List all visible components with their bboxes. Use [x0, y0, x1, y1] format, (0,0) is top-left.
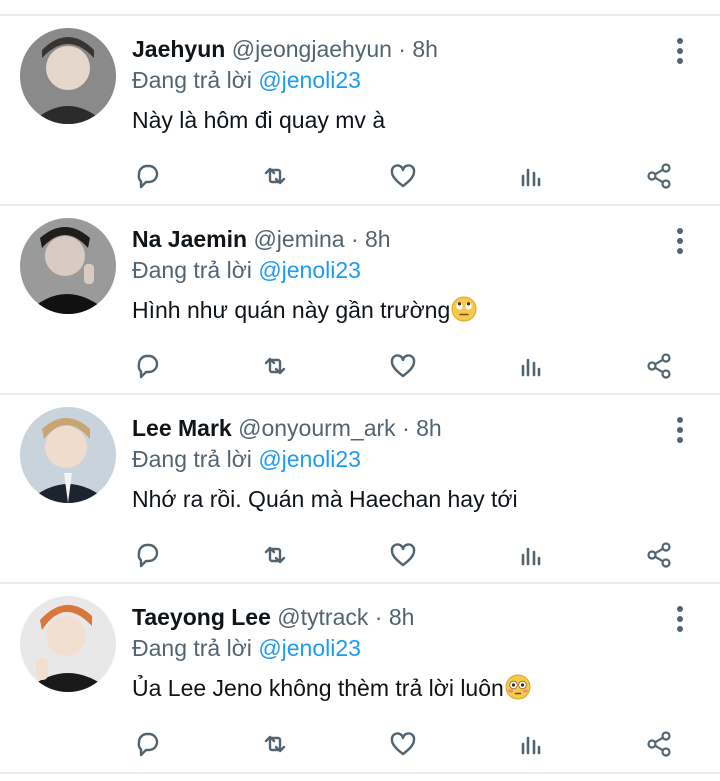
user-name[interactable]: Na Jaemin — [132, 226, 247, 252]
mention-link[interactable]: @jenoli23 — [258, 446, 361, 472]
tweet-text-content: Hình như quán này gần trường — [132, 297, 451, 323]
tweet-text: Này là hôm đi quay mv à — [132, 105, 385, 135]
avatar[interactable] — [20, 407, 116, 503]
mention-link[interactable]: @jenoli23 — [258, 635, 361, 661]
like-icon[interactable] — [385, 537, 421, 573]
avatar[interactable] — [20, 596, 116, 692]
reply-context: Đang trả lời @jenoli23 — [132, 255, 361, 285]
dot-separator: · — [368, 604, 389, 630]
user-handle[interactable]: @onyourm_ark — [238, 415, 396, 441]
analytics-icon[interactable] — [513, 158, 549, 194]
tweet-text: Nhớ ra rồi. Quán mà Haechan hay tới — [132, 484, 518, 514]
tweet-header: Jaehyun @jeongjaehyun · 8h — [132, 34, 438, 64]
comment-icon[interactable] — [129, 158, 165, 194]
tweet-text-content: Nhớ ra rồi. Quán mà Haechan hay tới — [132, 486, 518, 512]
more-vertical-icon[interactable] — [670, 415, 690, 445]
dot-separator: · — [395, 415, 417, 441]
tweet-text-content: Ủa Lee Jeno không thèm trả lời luôn — [132, 675, 504, 701]
retweet-icon[interactable] — [257, 726, 293, 762]
avatar[interactable] — [20, 28, 116, 124]
retweet-icon[interactable] — [257, 348, 293, 384]
tweet-header: Na Jaemin @jemina · 8h — [132, 224, 391, 254]
comment-icon[interactable] — [129, 537, 165, 573]
reply-context: Đang trả lời @jenoli23 — [132, 65, 361, 95]
more-vertical-icon[interactable] — [670, 604, 690, 634]
comment-icon[interactable] — [129, 726, 165, 762]
timestamp[interactable]: 8h — [365, 226, 391, 252]
tweet-text: Ủa Lee Jeno không thèm trả lời luôn — [132, 673, 531, 703]
tweet-text-content: Này là hôm đi quay mv à — [132, 107, 386, 133]
tweet-reply[interactable]: Jaehyun @jeongjaehyun · 8h Đang trả lời … — [0, 16, 720, 204]
action-bar — [0, 726, 720, 762]
reply-context: Đang trả lời @jenoli23 — [132, 444, 361, 474]
user-handle[interactable]: @jemina — [253, 226, 344, 252]
eye-roll-emoji — [451, 296, 477, 322]
user-name[interactable]: Jaehyun — [132, 36, 225, 62]
more-vertical-icon[interactable] — [670, 36, 690, 66]
share-icon[interactable] — [641, 348, 677, 384]
action-bar — [0, 348, 720, 384]
share-icon[interactable] — [641, 726, 677, 762]
analytics-icon[interactable] — [513, 726, 549, 762]
analytics-icon[interactable] — [513, 348, 549, 384]
share-icon[interactable] — [641, 537, 677, 573]
action-bar — [0, 158, 720, 194]
mention-link[interactable]: @jenoli23 — [258, 67, 361, 93]
avatar[interactable] — [20, 218, 116, 314]
retweet-icon[interactable] — [257, 537, 293, 573]
reply-prefix: Đang trả lời — [132, 67, 252, 93]
timestamp[interactable]: 8h — [389, 604, 415, 630]
tweet-reply[interactable]: Taeyong Lee @tytrack · 8h Đang trả lời @… — [0, 584, 720, 772]
mention-link[interactable]: @jenoli23 — [258, 257, 361, 283]
comment-icon[interactable] — [129, 348, 165, 384]
tweet-divider — [0, 772, 720, 774]
reply-prefix: Đang trả lời — [132, 635, 252, 661]
dot-separator: · — [391, 36, 413, 62]
user-name[interactable]: Taeyong Lee — [132, 604, 271, 630]
user-handle[interactable]: @tytrack — [277, 604, 368, 630]
action-bar — [0, 537, 720, 573]
dot-separator: · — [344, 226, 366, 252]
more-vertical-icon[interactable] — [670, 226, 690, 256]
reply-prefix: Đang trả lời — [132, 446, 252, 472]
like-icon[interactable] — [385, 158, 421, 194]
tweet-reply[interactable]: Na Jaemin @jemina · 8h Đang trả lời @jen… — [0, 206, 720, 394]
timestamp[interactable]: 8h — [416, 415, 442, 441]
flushed-emoji — [505, 674, 531, 700]
user-name[interactable]: Lee Mark — [132, 415, 232, 441]
tweet-header: Taeyong Lee @tytrack · 8h — [132, 602, 414, 632]
reply-context: Đang trả lời @jenoli23 — [132, 633, 361, 663]
user-handle[interactable]: @jeongjaehyun — [232, 36, 392, 62]
like-icon[interactable] — [385, 348, 421, 384]
timestamp[interactable]: 8h — [412, 36, 438, 62]
tweet-text: Hình như quán này gần trường — [132, 295, 477, 325]
like-icon[interactable] — [385, 726, 421, 762]
share-icon[interactable] — [641, 158, 677, 194]
analytics-icon[interactable] — [513, 537, 549, 573]
tweet-reply[interactable]: Lee Mark @onyourm_ark · 8h Đang trả lời … — [0, 395, 720, 583]
tweet-header: Lee Mark @onyourm_ark · 8h — [132, 413, 442, 443]
retweet-icon[interactable] — [257, 158, 293, 194]
reply-prefix: Đang trả lời — [132, 257, 252, 283]
